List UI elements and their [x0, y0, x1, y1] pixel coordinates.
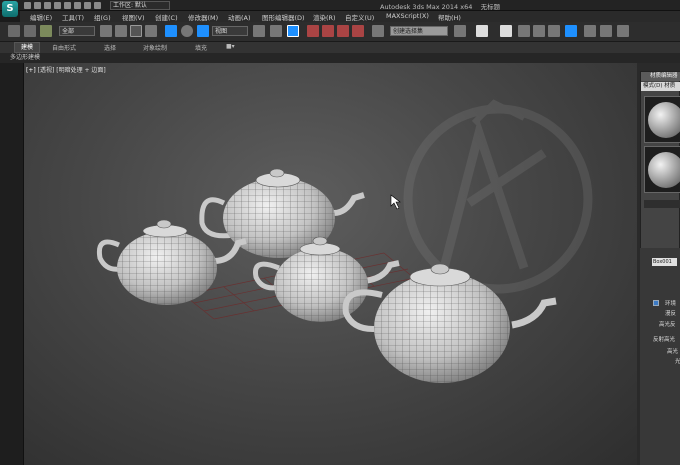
pivot-center-icon[interactable] — [253, 25, 265, 37]
scene-canvas — [96, 99, 593, 383]
menu-create[interactable]: 创建(C) — [155, 12, 178, 22]
spinner-snap-icon[interactable] — [352, 25, 364, 37]
object-name-field[interactable]: Box001 — [652, 258, 677, 266]
app-window: S 工作区: 默认 Autodesk 3ds Max 2014 x64 无标题 … — [0, 0, 680, 465]
menu-tools[interactable]: 工具(T) — [62, 12, 84, 22]
specular-label: 高光反 — [659, 322, 676, 328]
angle-snap-icon[interactable] — [322, 25, 334, 37]
undo-icon[interactable] — [54, 2, 61, 9]
title-bar: S 工作区: 默认 Autodesk 3ds Max 2014 x64 无标题 — [0, 0, 680, 17]
snaps-toggle-icon[interactable] — [307, 25, 319, 37]
diffuse-label: 漫反 — [665, 311, 677, 317]
tab-selection[interactable]: 选择 — [104, 43, 116, 52]
menu-maxscript[interactable]: MAXScript(X) — [386, 12, 429, 20]
save-file-icon[interactable] — [44, 2, 51, 9]
ribbon-panel-label[interactable]: 多边形建模 — [0, 53, 680, 63]
select-scale-icon[interactable] — [197, 25, 209, 37]
specular-highlights-label: 反射高光 — [653, 337, 676, 343]
menu-customize[interactable]: 自定义(U) — [345, 12, 374, 22]
workspace-dropdown[interactable]: 工作区: 默认 — [110, 1, 170, 10]
rect-selection-icon[interactable] — [130, 25, 142, 37]
window-title: Autodesk 3ds Max 2014 x64 无标题 — [380, 1, 500, 11]
material-editor-title: 材质编辑器 — [641, 72, 680, 81]
menu-help[interactable]: 帮助(H) — [438, 12, 461, 22]
material-editor-icon[interactable] — [565, 25, 577, 37]
bind-space-warp-icon[interactable] — [40, 25, 52, 37]
quick-access-toolbar — [24, 2, 101, 9]
menu-views[interactable]: 视图(V) — [122, 12, 145, 22]
material-slot-1[interactable] — [644, 96, 680, 143]
menu-graph-editors[interactable]: 图形编辑器(D) — [262, 12, 305, 22]
app-title: Autodesk 3ds Max 2014 x64 — [380, 3, 473, 11]
link-icon[interactable] — [8, 25, 20, 37]
ribbon-options-icon[interactable]: ■▾ — [226, 43, 235, 50]
reference-coord-dropdown[interactable]: 视图 — [212, 26, 248, 36]
tab-modeling[interactable]: 建模 — [14, 42, 41, 53]
main-toolbar: 全部 视图 创建选择集 — [0, 22, 680, 42]
perspective-viewport[interactable]: [+] [透视] [明暗处理 + 边面] — [24, 63, 637, 465]
curve-editor-icon[interactable] — [533, 25, 545, 37]
window-crossing-icon[interactable] — [145, 25, 157, 37]
select-rotate-icon[interactable] — [181, 25, 193, 37]
select-object-icon[interactable] — [100, 25, 112, 37]
tab-populate[interactable]: 填充 — [195, 43, 207, 52]
menu-group[interactable]: 组(G) — [94, 12, 111, 22]
menu-animation[interactable]: 动画(A) — [228, 12, 251, 22]
hold-icon[interactable] — [74, 2, 81, 9]
mirror-icon[interactable] — [454, 25, 466, 37]
ambient-label: 环境 — [665, 301, 677, 307]
glossiness-label: 光 — [675, 359, 680, 365]
edit-named-selection-icon[interactable] — [372, 25, 384, 37]
named-selection-sets-dropdown[interactable]: 创建选择集 — [390, 26, 448, 36]
right-panel: 材质编辑器 模式(D) 材质 Box001 环境 漫反 高光反 反射高光 高光 … — [637, 63, 680, 465]
material-editor-window[interactable]: 材质编辑器 模式(D) 材质 — [640, 71, 680, 271]
select-by-name-icon[interactable] — [115, 25, 127, 37]
tab-freeform[interactable]: 自由形式 — [52, 43, 76, 52]
material-editor-toolbar[interactable] — [644, 200, 680, 208]
select-move-icon[interactable] — [165, 25, 177, 37]
app-logo-icon[interactable]: S — [2, 1, 18, 17]
toggle-ribbon-icon[interactable] — [518, 25, 530, 37]
document-title: 无标题 — [480, 3, 501, 11]
menu-rendering[interactable]: 渲染(R) — [313, 12, 336, 22]
render-production-icon[interactable] — [617, 25, 629, 37]
mouse-cursor-icon — [390, 194, 401, 210]
select-manipulate-icon[interactable] — [270, 25, 282, 37]
schematic-view-icon[interactable] — [548, 25, 560, 37]
left-strip — [0, 63, 24, 465]
specular-level-label: 高光 — [667, 349, 679, 355]
command-panel — [640, 248, 680, 465]
open-file-icon[interactable] — [34, 2, 41, 9]
material-sphere-icon — [648, 102, 680, 138]
watermark-logo — [403, 99, 593, 294]
project-folder-icon[interactable] — [94, 2, 101, 9]
keyboard-shortcut-override-icon[interactable] — [287, 25, 299, 37]
teapot-back-center[interactable] — [199, 168, 365, 258]
material-slot-2[interactable] — [644, 146, 680, 193]
new-file-icon[interactable] — [24, 2, 31, 9]
menu-modifiers[interactable]: 修改器(M) — [188, 12, 218, 22]
rendered-frame-window-icon[interactable] — [600, 25, 612, 37]
selection-filter-dropdown[interactable]: 全部 — [59, 26, 95, 36]
render-setup-icon[interactable] — [584, 25, 596, 37]
layer-manager-icon[interactable] — [500, 25, 512, 37]
unlink-icon[interactable] — [24, 25, 36, 37]
material-editor-menu[interactable]: 模式(D) 材质 — [641, 82, 680, 91]
menu-edit[interactable]: 编辑(E) — [30, 12, 52, 22]
material-sphere-icon — [648, 152, 680, 188]
ribbon-tabs: 建模 自由形式 选择 对象绘制 填充 ■▾ — [0, 42, 680, 53]
align-icon[interactable] — [476, 25, 488, 37]
percent-snap-icon[interactable] — [337, 25, 349, 37]
fetch-icon[interactable] — [84, 2, 91, 9]
redo-icon[interactable] — [64, 2, 71, 9]
ambient-lock-checkbox[interactable] — [653, 300, 659, 306]
tab-object-paint[interactable]: 对象绘制 — [143, 43, 167, 52]
teapot-left[interactable] — [96, 219, 247, 305]
menu-bar: 编辑(E) 工具(T) 组(G) 视图(V) 创建(C) 修改器(M) 动画(A… — [20, 11, 680, 22]
